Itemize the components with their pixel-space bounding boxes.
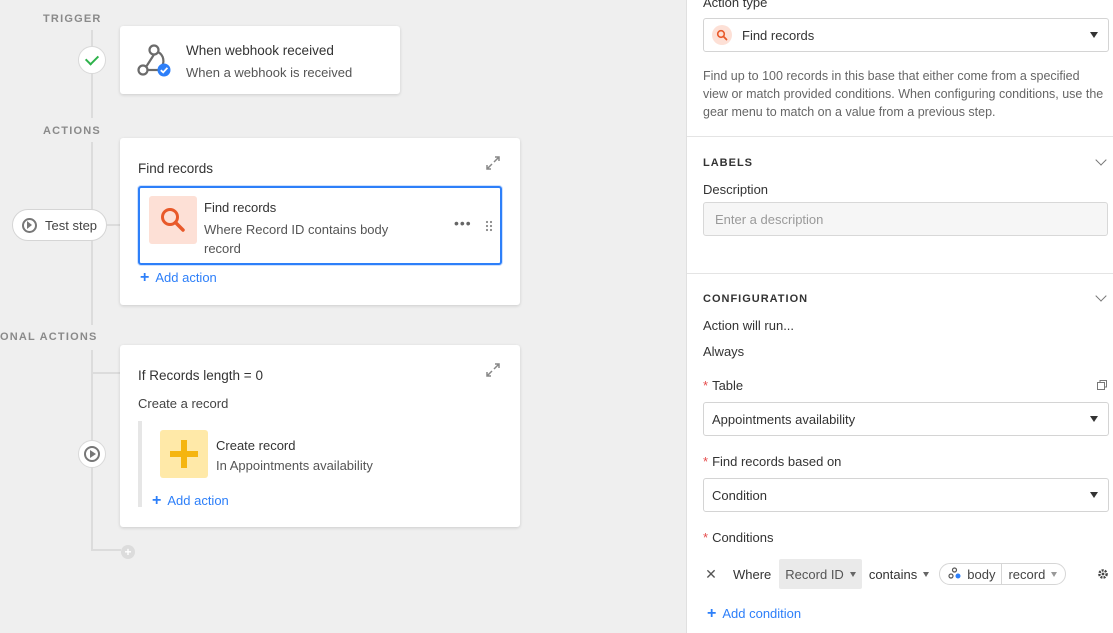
test-step-label: Test step [45,217,98,233]
action-description: Find up to 100 records in this base that… [703,69,1104,119]
group-bar [138,421,142,507]
add-step-icon[interactable]: + [121,545,135,559]
add-action-label: Add action [155,270,217,285]
connector-line [91,372,121,374]
action-card[interactable]: Find records Find records Where Record I… [120,138,520,305]
condition-title: If Records length = 0 [138,368,263,383]
action-type-label: Action type [703,0,768,10]
condition-where: Where [733,566,772,582]
table-label-text: Table [712,378,744,393]
chevron-down-icon[interactable] [1095,290,1107,302]
plus-icon: + [140,269,150,286]
connector-line [91,30,93,118]
add-condition-label: Add condition [722,606,802,621]
webhook-icon [134,41,174,81]
more-icon[interactable]: ••• [454,215,472,231]
add-action-button[interactable]: + Add action [152,492,229,509]
token-separator [1001,563,1003,585]
chevron-down-icon [1090,416,1098,422]
connector-line [107,224,121,226]
plus-icon: + [707,605,717,622]
action-card-title: Find records [138,161,214,176]
chevron-down-icon [1090,492,1098,498]
find-based-label: * Find records based on [703,454,841,469]
automation-canvas: TRIGGER ACTIONS ONAL ACTIONS When webhoo… [0,0,686,633]
conditions-label-text: Conditions [712,530,774,545]
search-icon [149,196,197,244]
description-input[interactable] [703,202,1108,236]
trigger-title: When webhook received [186,43,334,58]
collapse-icon[interactable] [486,156,500,170]
open-table-icon[interactable] [1097,378,1107,390]
condition-row: ✕ Where Record ID contains body record [703,559,1113,589]
search-icon [712,25,732,45]
action-will-run-label: Action will run... [703,318,795,333]
section-label-conditional: ONAL ACTIONS [0,331,98,343]
remove-condition-icon[interactable]: ✕ [703,566,719,583]
find-based-select[interactable]: Condition [703,478,1109,512]
step-title: Find records [204,200,277,215]
section-label-actions: ACTIONS [43,125,101,137]
add-action-label: Add action [167,493,229,508]
condition-operator-select[interactable]: contains [868,566,930,582]
play-icon [84,446,100,462]
section-label-trigger: TRIGGER [43,13,102,25]
required-mark: * [703,378,709,393]
play-icon [22,217,37,233]
trigger-subtitle: When a webhook is received [186,65,353,80]
chevron-down-icon [923,571,930,577]
required-mark: * [703,454,709,469]
condition-field: Record ID [785,566,844,582]
plus-icon: + [152,492,162,509]
gear-icon[interactable] [1097,568,1109,580]
action-type-select[interactable]: Find records [703,18,1109,52]
add-action-button[interactable]: + Add action [140,269,217,286]
table-label: * Table [703,378,743,393]
create-record-title: Create record [216,438,296,453]
group-label: Create a record [138,396,229,411]
divider [687,273,1113,274]
conditional-run-node[interactable] [78,440,106,468]
step-subtitle: Where Record ID contains body record [204,222,389,256]
find-based-value: Condition [712,487,767,503]
check-icon [84,51,100,66]
chevron-down-icon [1051,571,1058,577]
create-record-subtitle: In Appointments availability [216,458,373,473]
collapse-icon[interactable] [486,363,500,377]
run-value: Always [703,344,745,359]
action-type-value: Find records [742,27,815,43]
labels-section-header: LABELS [703,157,753,169]
find-records-step[interactable]: Find records Where Record ID contains bo… [138,186,502,265]
drag-handle-icon[interactable] [485,220,493,232]
conditional-card[interactable]: If Records length = 0 Create a record Cr… [120,345,520,527]
token-source: body [967,566,996,582]
chevron-down-icon [849,571,856,577]
trigger-card[interactable]: When webhook received When a webhook is … [120,26,400,94]
condition-operator: contains [868,566,918,582]
find-based-label-text: Find records based on [712,454,842,469]
table-select[interactable]: Appointments availability [703,402,1109,436]
chevron-down-icon [1090,32,1098,38]
description-label: Description [703,182,769,197]
webhook-icon [948,566,961,582]
condition-field-select[interactable]: Record ID [779,559,862,589]
test-step-button[interactable]: Test step [12,209,107,241]
token-field: record [1008,566,1046,582]
condition-value-token[interactable]: body record [939,563,1067,585]
configuration-section-header: CONFIGURATION [703,293,809,305]
required-mark: * [703,530,709,545]
table-value: Appointments availability [712,411,856,427]
chevron-down-icon[interactable] [1095,154,1107,166]
trigger-status-node [78,46,106,74]
add-condition-button[interactable]: + Add condition [707,605,802,622]
plus-icon [160,430,208,478]
divider [687,136,1113,137]
conditions-label: * Conditions [703,530,774,545]
action-config-panel: Action type Find records Find up to 100 … [686,0,1113,633]
connector-line [91,549,121,551]
